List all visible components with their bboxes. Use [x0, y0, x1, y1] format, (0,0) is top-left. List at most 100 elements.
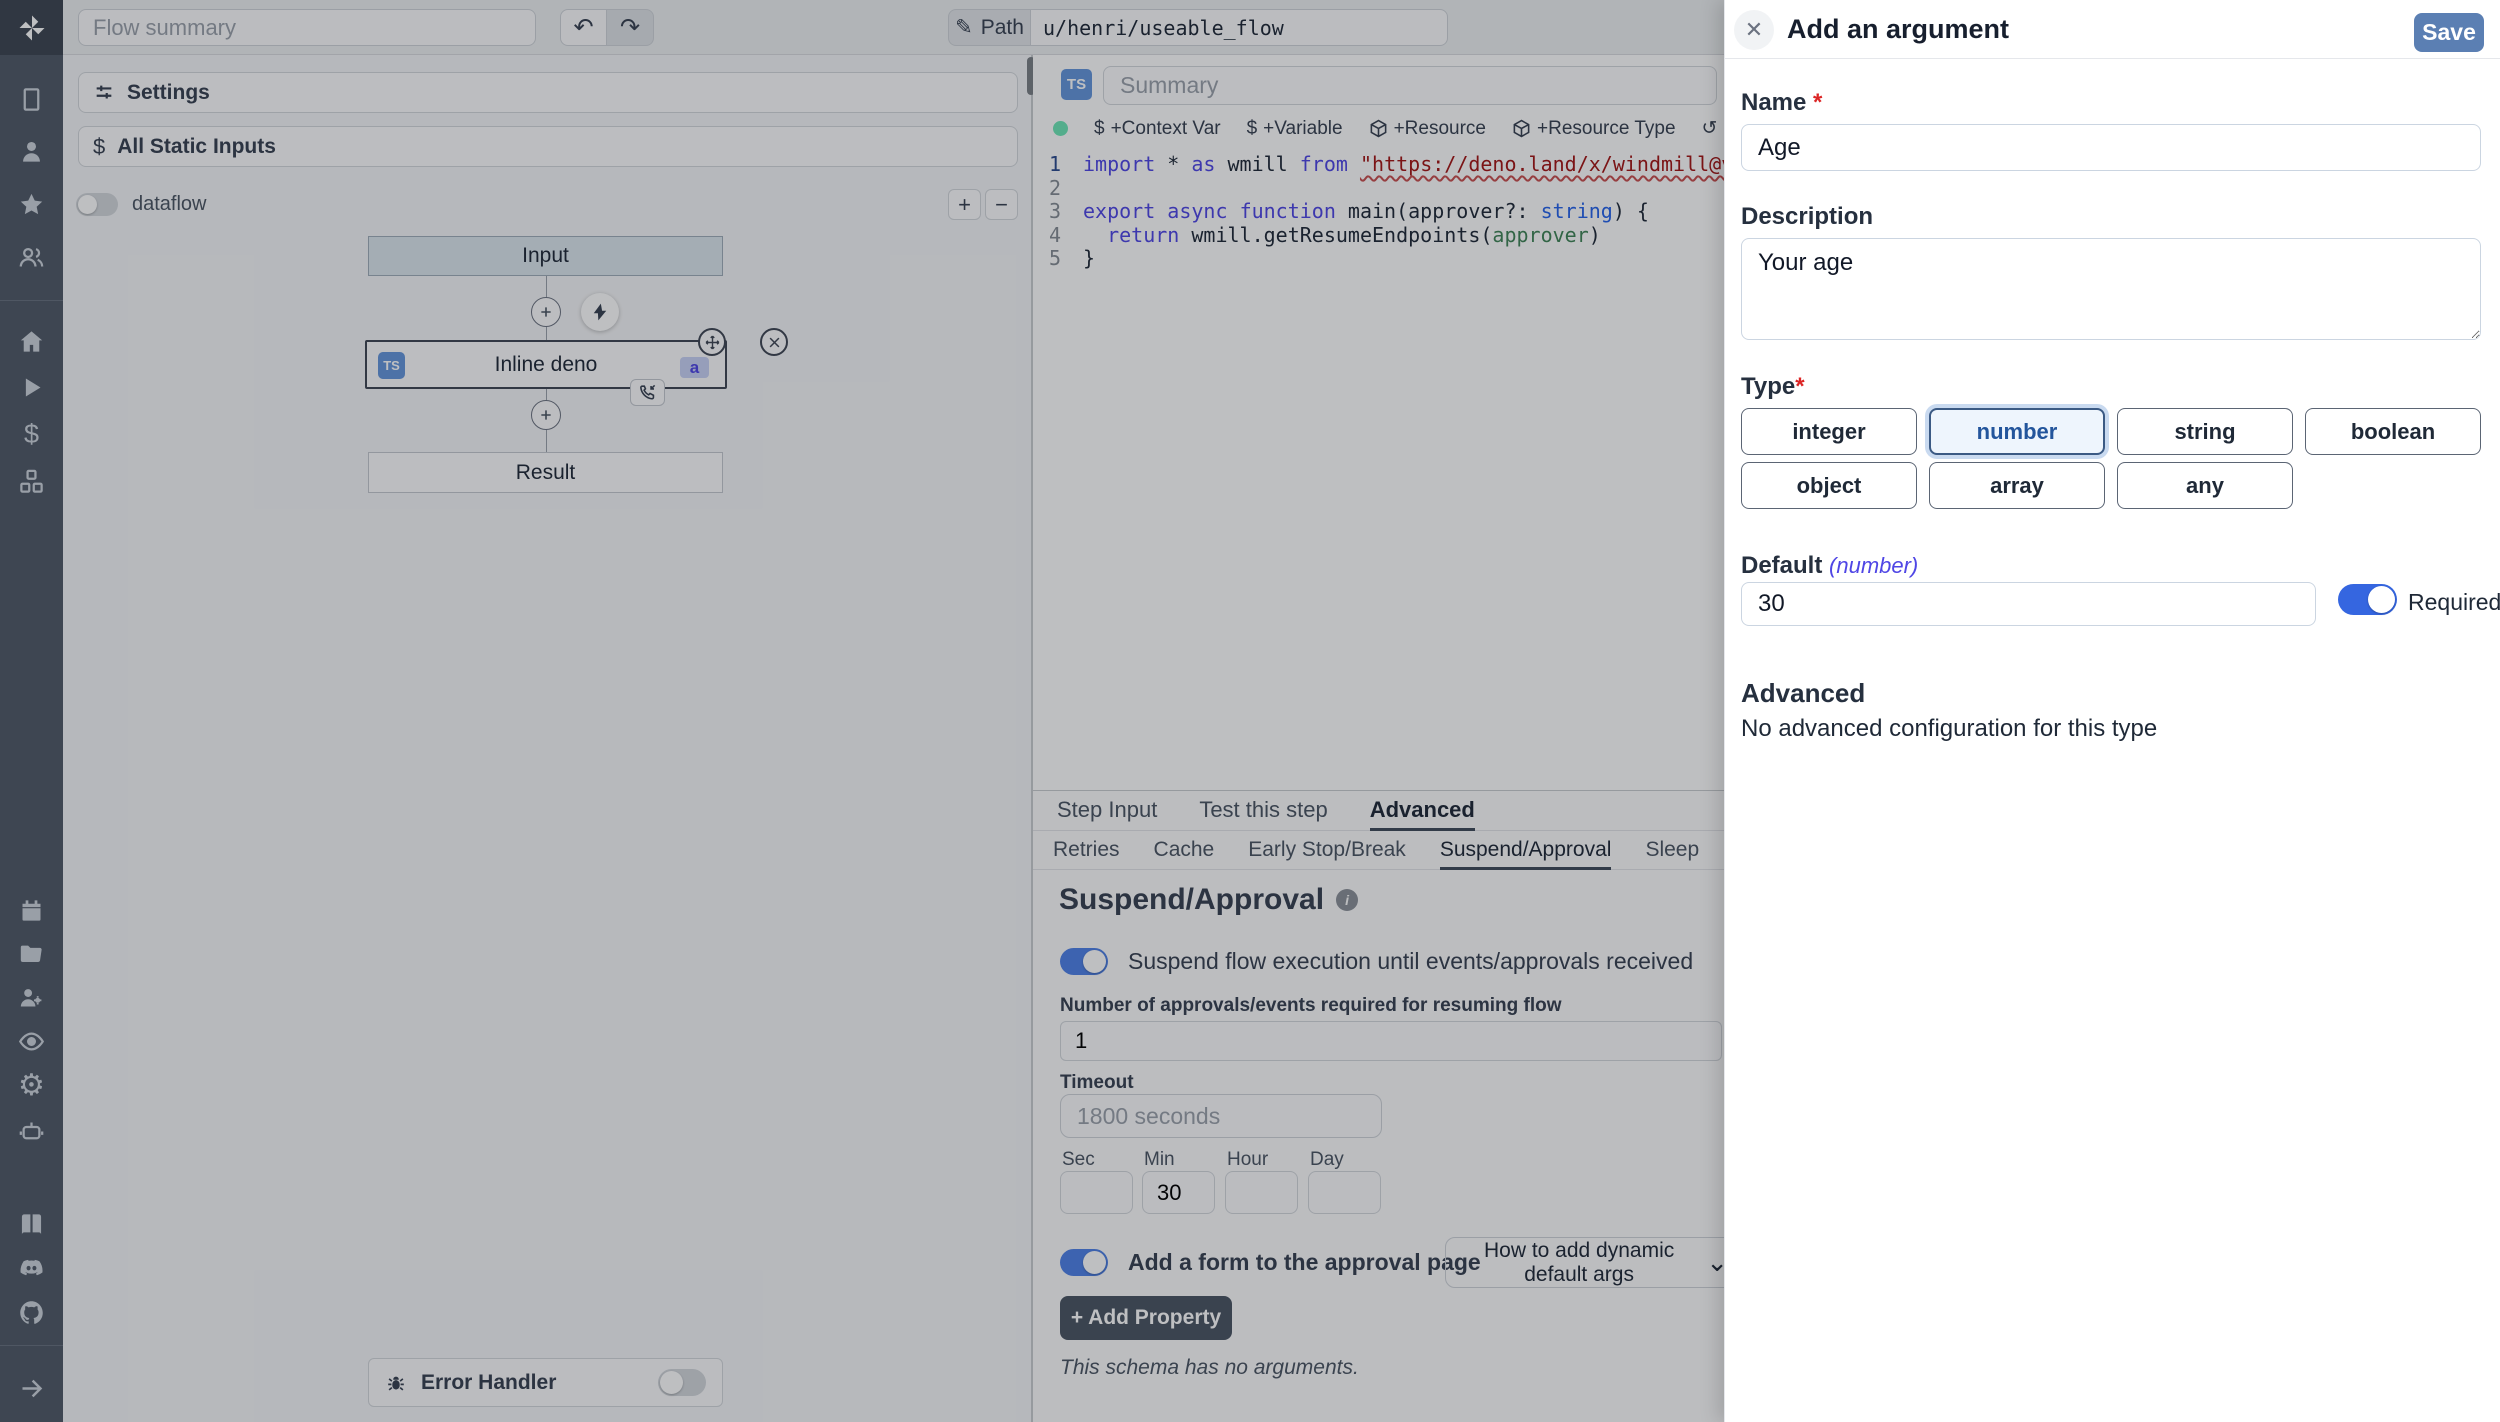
sidebar-item-user[interactable]: [0, 131, 63, 171]
add-variable-button[interactable]: $+Variable: [1247, 118, 1343, 140]
path-input[interactable]: [1030, 9, 1448, 46]
flow-node-result-label: Result: [516, 461, 576, 485]
dynamic-default-args-help-button[interactable]: How to add dynamic default args ⌄: [1445, 1237, 1745, 1288]
add-resource-button[interactable]: +Resource: [1369, 118, 1486, 140]
zoom-out-button[interactable]: −: [985, 189, 1018, 220]
advanced-heading: Advanced: [1741, 678, 1865, 709]
sidebar-item-workers[interactable]: [0, 977, 63, 1017]
subtab-early-stop[interactable]: Early Stop/Break: [1248, 832, 1406, 870]
box-icon: [1369, 119, 1388, 138]
drawer-title: Add an argument: [1787, 14, 2009, 45]
approval-form-toggle[interactable]: [1060, 1249, 1108, 1276]
type-string-button[interactable]: string: [2117, 408, 2293, 455]
code-line: 1import * as wmill from "https://deno.la…: [1033, 153, 1724, 177]
type-object-button[interactable]: object: [1741, 462, 1917, 509]
sidebar-item-home[interactable]: [0, 321, 63, 361]
type-array-button[interactable]: array: [1929, 462, 2105, 509]
type-integer-button[interactable]: integer: [1741, 408, 1917, 455]
sidebar-item-resources[interactable]: [0, 461, 63, 501]
insert-step-button[interactable]: [531, 400, 561, 430]
code-line: 5}: [1033, 247, 1724, 271]
flow-node-result[interactable]: Result: [368, 452, 723, 493]
insert-step-button[interactable]: [531, 297, 561, 327]
sidebar-item-docs[interactable]: [0, 1204, 63, 1244]
required-asterisk: *: [1795, 373, 1804, 400]
advanced-subtabs: Retries Cache Early Stop/Break Suspend/A…: [1033, 832, 1724, 870]
add-argument-drawer: ✕ Add an argument Save Name * Descriptio…: [1724, 0, 2500, 1422]
subtab-retries[interactable]: Retries: [1053, 832, 1120, 870]
required-toggle-label: Required: [2408, 589, 2500, 616]
bug-icon: [385, 1372, 407, 1394]
add-property-button[interactable]: + Add Property: [1060, 1296, 1232, 1340]
subtab-cache[interactable]: Cache: [1154, 832, 1215, 870]
info-icon[interactable]: i: [1336, 889, 1358, 911]
error-handler-toggle[interactable]: [658, 1369, 706, 1396]
timeout-input[interactable]: [1060, 1094, 1382, 1138]
sidebar-item-worker-groups[interactable]: [0, 1111, 63, 1151]
sidebar-item-schedules[interactable]: [0, 890, 63, 930]
tab-test-this-step[interactable]: Test this step: [1199, 791, 1327, 831]
type-any-button[interactable]: any: [2117, 462, 2293, 509]
sec-input[interactable]: [1060, 1171, 1133, 1214]
sidebar-expand-icon[interactable]: [0, 1368, 63, 1408]
close-drawer-button[interactable]: ✕: [1734, 10, 1774, 50]
flow-summary-input[interactable]: [78, 9, 536, 46]
suspend-flow-toggle[interactable]: [1060, 948, 1108, 975]
code-lines[interactable]: 1import * as wmill from "https://deno.la…: [1033, 153, 1724, 271]
approvals-count-label: Number of approvals/events required for …: [1060, 995, 1562, 1017]
sidebar-item-github[interactable]: [0, 1292, 63, 1332]
day-input[interactable]: [1308, 1171, 1381, 1214]
sidebar-item-discord[interactable]: [0, 1248, 63, 1288]
trigger-icon[interactable]: [581, 293, 619, 331]
error-handler-node[interactable]: Error Handler: [368, 1358, 723, 1407]
save-button[interactable]: Save: [2414, 13, 2484, 52]
sidebar-item-groups[interactable]: [0, 237, 63, 277]
hour-input[interactable]: [1225, 1171, 1298, 1214]
code-line: 3export async function main(approver?: s…: [1033, 200, 1724, 224]
flow-node-inline-deno[interactable]: TS Inline deno a: [365, 340, 727, 389]
sidebar-item-favorites[interactable]: [0, 184, 63, 224]
approvals-count-input[interactable]: [1060, 1021, 1722, 1061]
dataflow-toggle[interactable]: [76, 193, 118, 216]
sidebar-item-workspace[interactable]: [0, 79, 63, 119]
description-label: Description: [1741, 203, 1873, 231]
tab-step-input[interactable]: Step Input: [1057, 791, 1157, 831]
timeout-label: Timeout: [1060, 1072, 1134, 1094]
all-static-inputs-button[interactable]: $ All Static Inputs: [78, 126, 1018, 167]
approval-form-toggle-row: Add a form to the approval page: [1060, 1249, 1481, 1276]
sidebar-item-audit-logs[interactable]: [0, 1021, 63, 1061]
typescript-badge: TS: [378, 352, 405, 379]
flow-settings-button[interactable]: Settings: [78, 72, 1018, 113]
sidebar-item-settings[interactable]: ⚙: [0, 1066, 63, 1106]
type-label: Type*: [1741, 373, 1805, 401]
sidebar-item-folders[interactable]: [0, 933, 63, 973]
summary-input[interactable]: [1103, 66, 1717, 105]
delete-step-icon[interactable]: [760, 328, 788, 356]
description-textarea[interactable]: Your age: [1741, 238, 2481, 340]
name-input[interactable]: [1741, 124, 2481, 171]
topbar: ↶ ↷ ✎ Path: [63, 0, 1724, 55]
add-context-var-button[interactable]: $+Context Var: [1094, 118, 1221, 140]
day-label: Day: [1310, 1149, 1344, 1171]
min-input[interactable]: [1142, 1171, 1215, 1214]
redo-button[interactable]: ↷: [607, 9, 654, 46]
type-number-button[interactable]: number: [1929, 408, 2105, 455]
flow-node-input[interactable]: Input: [368, 236, 723, 276]
required-asterisk: *: [1813, 89, 1822, 116]
box-icon: [1512, 119, 1531, 138]
default-value-input[interactable]: [1741, 582, 2316, 626]
sidebar-item-runs[interactable]: [0, 367, 63, 407]
windmill-logo-icon[interactable]: [0, 0, 63, 55]
zoom-in-button[interactable]: +: [948, 189, 981, 220]
subtab-suspend-approval[interactable]: Suspend/Approval: [1440, 832, 1612, 870]
default-type-hint: (number): [1829, 553, 1918, 578]
type-boolean-button[interactable]: boolean: [2305, 408, 2481, 455]
sidebar-item-variables[interactable]: $: [0, 414, 63, 454]
add-resource-type-button[interactable]: +Resource Type: [1512, 118, 1676, 140]
undo-button[interactable]: ↶: [560, 9, 607, 46]
subtab-sleep[interactable]: Sleep: [1645, 832, 1699, 870]
required-toggle[interactable]: [2338, 584, 2397, 615]
move-step-icon[interactable]: [698, 328, 726, 356]
suspend-phone-icon[interactable]: [630, 379, 665, 406]
tab-advanced[interactable]: Advanced: [1370, 791, 1475, 831]
